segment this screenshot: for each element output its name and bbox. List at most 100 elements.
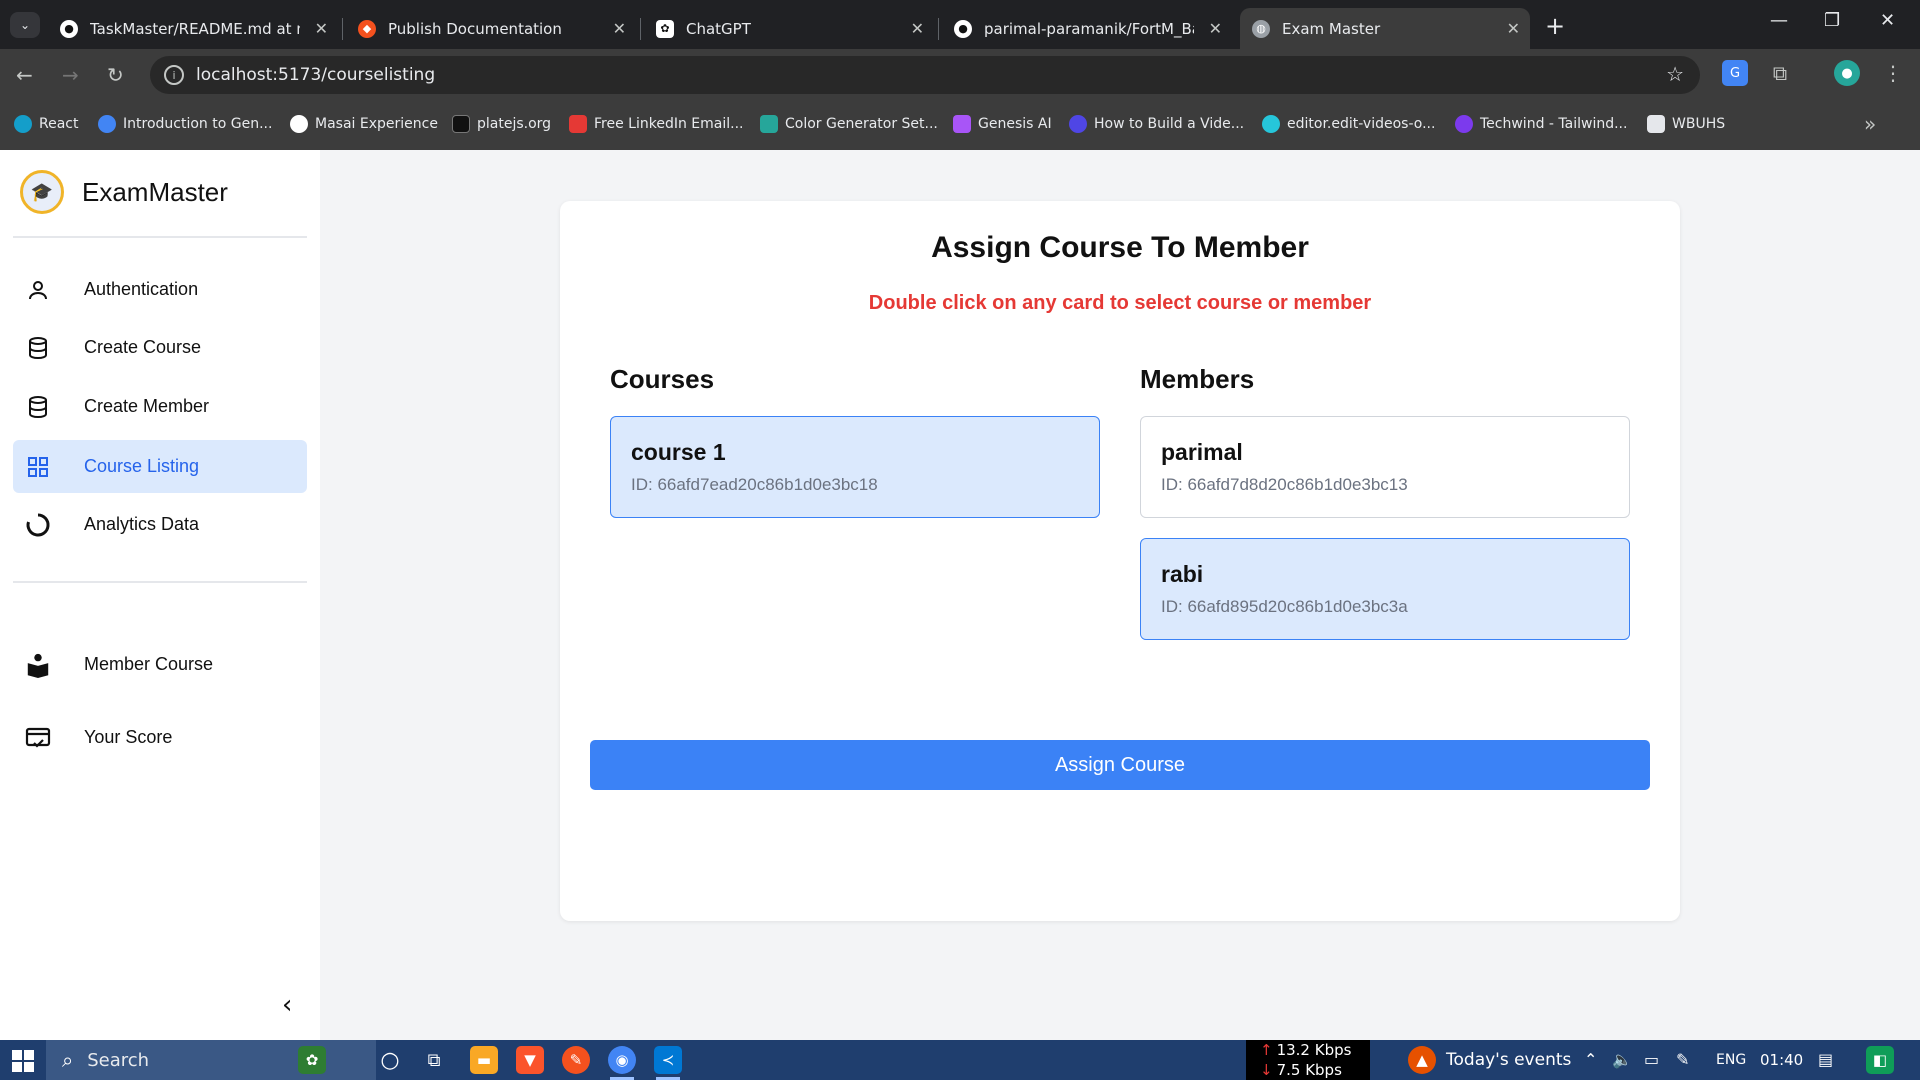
brand[interactable]: 🎓 ExamMaster (20, 170, 228, 214)
translate-icon[interactable]: G (1722, 60, 1748, 86)
task-view-icon[interactable]: ⧉ (420, 1046, 448, 1074)
member-card[interactable]: parimal ID: 66afd7d8d20c86b1d0e3bc13 (1140, 416, 1630, 518)
member-name: rabi (1161, 561, 1204, 587)
sidebar-divider (13, 236, 307, 238)
docs-icon: ◆ (358, 19, 376, 38)
bookmark-item[interactable]: Techwind - Tailwind... (1455, 115, 1627, 133)
site-info-icon[interactable]: i (164, 65, 184, 85)
browser-tab-active[interactable]: ◍ Exam Master ✕ (1240, 8, 1530, 49)
copilot-icon[interactable]: ◧ (1866, 1046, 1894, 1074)
page-icon (1647, 115, 1665, 133)
bookmark-item[interactable]: Free LinkedIn Email... (569, 115, 743, 133)
close-tab-icon[interactable]: ✕ (1507, 19, 1520, 38)
database-icon (25, 335, 51, 361)
collapse-sidebar-icon[interactable]: ‹ (282, 990, 292, 1020)
chart-ring-icon (25, 512, 51, 538)
close-tab-icon[interactable]: ✕ (911, 19, 924, 38)
close-tab-icon[interactable]: ✕ (315, 19, 328, 38)
new-tab-button[interactable]: + (1545, 12, 1565, 40)
url-text[interactable]: localhost:5173/courselisting (196, 65, 435, 85)
tab-search-button[interactable]: ⌄ (10, 12, 40, 38)
color-generator-icon (760, 115, 778, 133)
member-card[interactable]: rabi ID: 66afd895d20c86b1d0e3bc3a (1140, 538, 1630, 640)
techwind-icon (1455, 115, 1473, 133)
taskbar-search[interactable]: ⌕ Search (46, 1040, 376, 1080)
bookmark-item[interactable]: Masai Experience (290, 115, 438, 133)
bookmark-item[interactable]: React (14, 115, 78, 133)
postman-icon[interactable]: ✎ (562, 1046, 590, 1074)
windows-taskbar: ⌕ Search ✿ ○ ⧉ ▬ ▼ ✎ ◉ ≺ ↑ 13.2 Kbps ↓ 7.5… (0, 1040, 1920, 1080)
close-tab-icon[interactable]: ✕ (613, 19, 626, 38)
sidebar: 🎓 ExamMaster Authentication Create Cours… (0, 150, 320, 1040)
reload-icon[interactable]: ↻ (107, 63, 124, 87)
brave-icon[interactable]: ▼ (516, 1046, 544, 1074)
bookmarks-bar: React Introduction to Gen... Masai Exper… (0, 100, 1920, 150)
react-icon (14, 115, 32, 133)
bookmark-item[interactable]: Genesis AI (953, 115, 1052, 133)
restore-icon[interactable]: ❐ (1824, 10, 1840, 31)
language-indicator[interactable]: ENG (1716, 1052, 1746, 1068)
extensions-icon[interactable]: ⧉ (1767, 60, 1793, 86)
volume-icon[interactable]: 🔈 (1612, 1050, 1632, 1069)
page-title: Assign Course To Member (931, 231, 1309, 264)
pen-icon[interactable]: ✎ (1676, 1050, 1689, 1069)
address-bar[interactable]: i localhost:5173/courselisting ☆ (150, 56, 1700, 94)
bookmark-item[interactable]: platejs.org (452, 115, 551, 133)
google-cloud-icon (98, 115, 116, 133)
score-card-icon (25, 725, 51, 751)
show-hidden-icons[interactable]: ⌃ (1584, 1050, 1597, 1069)
github-icon: ● (60, 19, 78, 38)
sidebar-item-create-member[interactable]: Create Member (13, 380, 307, 433)
menu-icon[interactable]: ⋮ (1880, 60, 1906, 86)
vscode-icon[interactable]: ≺ (654, 1046, 682, 1080)
browser-tab[interactable]: ● TaskMaster/README.md at mai ✕ (48, 8, 338, 49)
sidebar-item-member-course[interactable]: Member Course (13, 638, 307, 691)
database-icon (25, 394, 51, 420)
grid-icon (25, 454, 51, 480)
bookmark-star-icon[interactable]: ☆ (1666, 62, 1684, 86)
browser-tab[interactable]: ✿ ChatGPT ✕ (644, 8, 934, 49)
browser-tab[interactable]: ◆ Publish Documentation ✕ (346, 8, 636, 49)
bookmark-item[interactable]: WBUHS (1647, 115, 1725, 133)
windows-start-icon[interactable] (12, 1050, 34, 1072)
close-tab-icon[interactable]: ✕ (1209, 19, 1222, 38)
chrome-icon[interactable]: ◉ (608, 1046, 636, 1080)
more-bookmarks-icon[interactable]: » (1864, 112, 1876, 136)
browser-tab-bar: ⌄ ● TaskMaster/README.md at mai ✕ ◆ Publ… (0, 0, 1920, 49)
sidebar-item-create-course[interactable]: Create Course (13, 321, 307, 374)
file-explorer-icon[interactable]: ▬ (470, 1046, 498, 1074)
course-name: course 1 (631, 439, 726, 465)
fruit-widget-icon[interactable]: ✿ (298, 1046, 326, 1074)
notification-icon[interactable]: ▤ (1818, 1050, 1833, 1069)
bookmark-item[interactable]: How to Build a Vide... (1069, 115, 1244, 133)
assign-course-card: Assign Course To Member Double click on … (560, 201, 1680, 921)
members-heading: Members (1140, 364, 1255, 394)
member-name: parimal (1161, 439, 1243, 465)
sidebar-item-course-listing[interactable]: Course Listing (13, 440, 307, 493)
genesis-icon (953, 115, 971, 133)
assign-course-button[interactable]: Assign Course (590, 740, 1650, 790)
course-id: ID: 66afd7ead20c86b1d0e3bc18 (631, 475, 878, 494)
sidebar-item-analytics-data[interactable]: Analytics Data (13, 498, 307, 551)
member-id: ID: 66afd895d20c86b1d0e3bc3a (1161, 597, 1408, 616)
bookmark-item[interactable]: Introduction to Gen... (98, 115, 272, 133)
close-window-icon[interactable]: ✕ (1880, 10, 1895, 31)
course-card[interactable]: course 1 ID: 66afd7ead20c86b1d0e3bc18 (610, 416, 1100, 518)
avatar[interactable]: ● (1834, 60, 1860, 86)
user-icon (25, 277, 51, 303)
minimize-icon[interactable]: — (1770, 10, 1788, 31)
bookmark-item[interactable]: editor.edit-videos-o... (1262, 115, 1435, 133)
chatgpt-icon: ✿ (656, 19, 674, 38)
events-icon[interactable]: ▲ (1408, 1046, 1436, 1074)
sidebar-item-authentication[interactable]: Authentication (13, 263, 307, 316)
bookmark-item[interactable]: Color Generator Set... (760, 115, 938, 133)
browser-tab[interactable]: ● parimal-paramanik/FortM_Back ✕ (942, 8, 1232, 49)
exam-logo-icon: 🎓 (20, 170, 64, 214)
forward-icon[interactable]: → (62, 63, 79, 87)
back-icon[interactable]: ← (16, 63, 33, 87)
todays-events-text[interactable]: Today's events (1446, 1050, 1571, 1070)
battery-icon[interactable]: ▭ (1644, 1050, 1659, 1069)
clock[interactable]: 01:40 (1760, 1051, 1803, 1069)
cortana-icon[interactable]: ○ (376, 1046, 404, 1074)
sidebar-item-your-score[interactable]: Your Score (13, 711, 307, 764)
